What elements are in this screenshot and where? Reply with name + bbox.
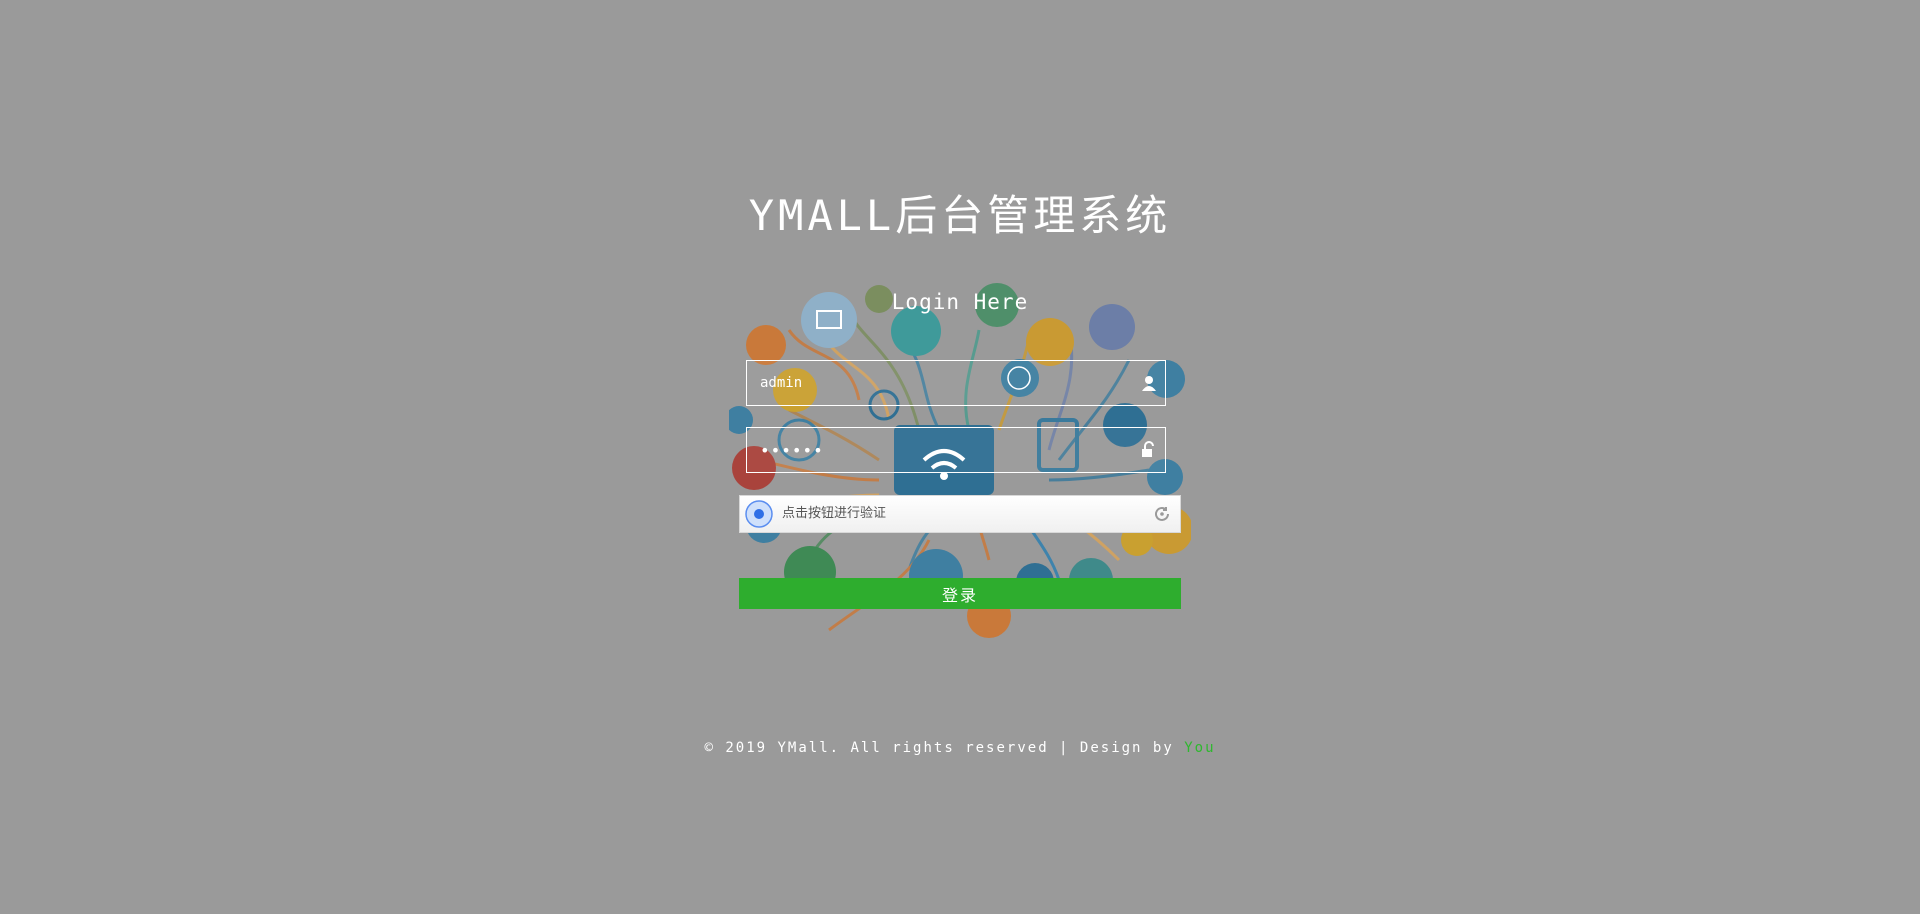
lock-icon: [1142, 441, 1154, 457]
user-icon: [1142, 376, 1156, 391]
copyright-text: © 2019 YMall. All rights reserved | Desi…: [704, 740, 1185, 756]
username-input[interactable]: [747, 361, 1130, 405]
captcha-target-icon: [745, 500, 773, 528]
designer-link[interactable]: You: [1184, 740, 1215, 756]
password-field[interactable]: [746, 427, 1166, 473]
username-field[interactable]: [746, 360, 1166, 406]
captcha-label: 点击按钮进行验证: [782, 506, 887, 521]
refresh-icon[interactable]: [1153, 505, 1171, 523]
captcha-verify-button[interactable]: 点击按钮进行验证: [739, 495, 1181, 533]
footer: © 2019 YMall. All rights reserved | Desi…: [0, 740, 1920, 756]
login-heading: Login Here: [891, 290, 1029, 314]
password-input[interactable]: [747, 428, 1130, 472]
page-title: YMALL后台管理系统: [748, 191, 1172, 240]
login-button[interactable]: 登录: [739, 578, 1181, 609]
login-page: YMALL后台管理系统 Login Here admin •••••• 点击按钮…: [0, 0, 1920, 914]
